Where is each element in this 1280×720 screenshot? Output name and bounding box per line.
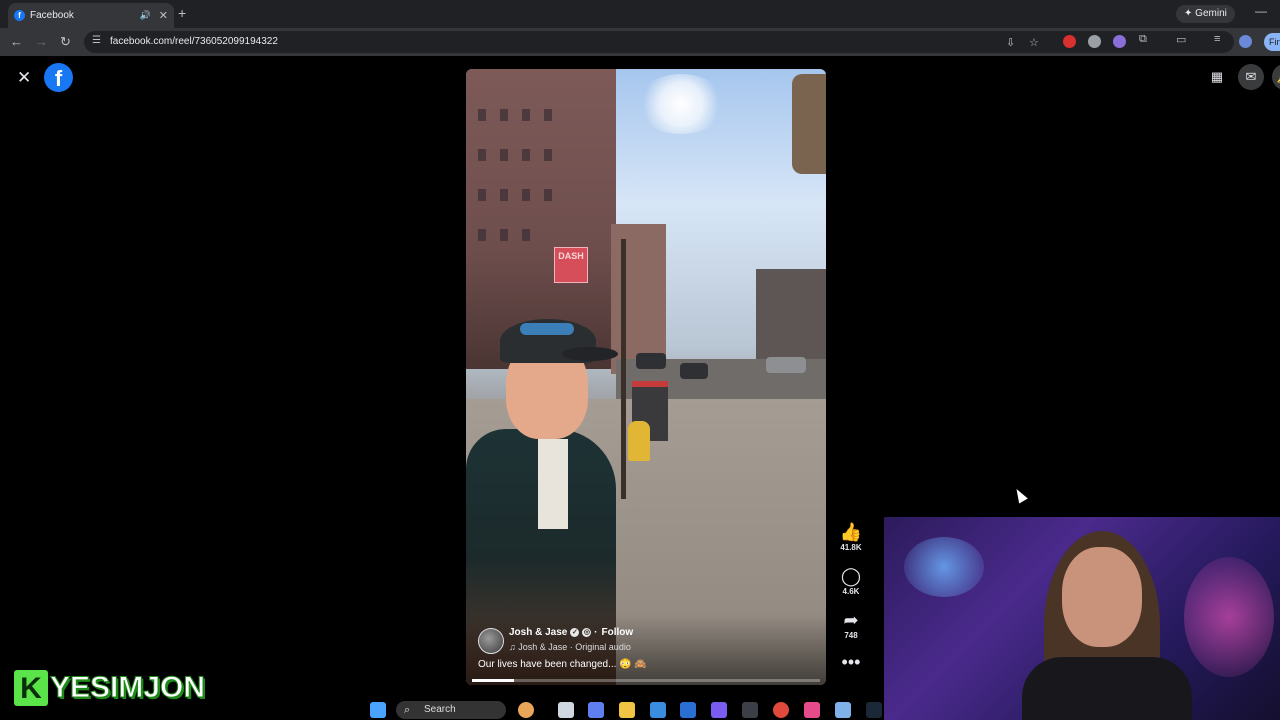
webcam-overlay [884, 517, 1280, 720]
widget-icon[interactable] [518, 702, 534, 718]
task-view-icon[interactable] [558, 702, 574, 718]
speaker-icon[interactable]: 🔊 [140, 10, 151, 21]
share-icon: ➦ [843, 610, 859, 630]
gemini-button[interactable]: ✦ Gemini [1176, 5, 1235, 23]
minimize-button[interactable]: — [1255, 4, 1267, 18]
chrome-icon[interactable] [773, 702, 789, 718]
comment-icon: ◯ [840, 566, 862, 586]
video-sun [636, 74, 726, 134]
tab-search-icon[interactable]: ▭ [1176, 33, 1186, 46]
site-info-icon[interactable]: ☰ [92, 35, 101, 46]
app-icon[interactable] [711, 702, 727, 718]
facebook-favicon-icon: f [14, 10, 25, 21]
extensions-puzzle-icon[interactable]: ⧉ [1139, 33, 1147, 46]
like-count: 41.8K [840, 543, 862, 552]
mouse-cursor-icon [1012, 486, 1028, 504]
share-button[interactable]: ➦ 748 [836, 610, 866, 640]
file-explorer-icon[interactable] [619, 702, 635, 718]
mail-icon[interactable] [680, 702, 696, 718]
share-count: 748 [844, 631, 858, 640]
back-arrow-icon[interactable]: ← [10, 34, 23, 49]
tab-strip: f Facebook 🔊 ✕ + ✦ Gemini — [0, 0, 1280, 28]
verified-icon: ✓ [570, 627, 580, 637]
video-progress-bar[interactable] [472, 679, 820, 682]
close-tab-icon[interactable]: ✕ [159, 9, 168, 22]
url-text[interactable]: facebook.com/reel/736052099194322 [110, 36, 278, 47]
browser-toolbar: ← → ↻ ☰ facebook.com/reel/73605209919432… [0, 28, 1280, 56]
windows-start-icon[interactable] [370, 702, 386, 718]
audio-line[interactable]: ♫ Josh & Jase · Original audio [509, 642, 631, 652]
video-car [636, 353, 666, 369]
author-line: Josh & Jase ✓ ◎ · Follow [509, 627, 634, 638]
video-car [766, 357, 806, 373]
streamer-brand: K YESIMJON [14, 668, 206, 708]
author-name[interactable]: Josh & Jase [509, 627, 567, 638]
audio-label: Josh & Jase · Original audio [518, 642, 631, 652]
thumbs-up-icon: 👍 [839, 522, 863, 542]
new-tab-button[interactable]: + [178, 5, 186, 21]
install-icon[interactable]: ⇩ [1006, 36, 1015, 49]
reload-icon[interactable]: ↻ [60, 34, 71, 50]
bookmark-star-icon[interactable]: ☆ [1029, 36, 1039, 49]
tab-facebook[interactable]: f Facebook 🔊 ✕ [8, 3, 174, 28]
close-icon[interactable]: ✕ [17, 68, 31, 88]
profile-avatar-icon[interactable] [1239, 35, 1252, 48]
video-progress-fill [472, 679, 514, 682]
search-icon: ⌕ [404, 704, 411, 716]
video-car [680, 363, 708, 379]
video-sign [792, 74, 826, 174]
copilot-icon[interactable] [588, 702, 604, 718]
app-icon-3[interactable] [804, 702, 820, 718]
tab-title: Facebook [30, 10, 74, 21]
apps-grid-icon[interactable]: ▦ [1204, 64, 1230, 90]
author-avatar[interactable] [478, 628, 504, 654]
dash-sign: DASH [554, 247, 588, 283]
more-icon: ••• [841, 652, 861, 672]
address-bar[interactable]: ☰ facebook.com/reel/736052099194322 ⇩ ☆ [84, 31, 1234, 53]
follow-button[interactable]: Follow [601, 627, 633, 638]
app-icon-2[interactable] [742, 702, 758, 718]
store-icon[interactable] [650, 702, 666, 718]
taskbar-search-label: Search [424, 704, 456, 715]
extension-gray-icon[interactable] [1088, 35, 1101, 48]
profile-button[interactable]: Fin [1264, 33, 1280, 51]
media-control-icon[interactable]: ≡ [1214, 33, 1220, 45]
gemini-label: Gemini [1195, 8, 1227, 19]
reel-video[interactable]: DASH Josh & Jase ✓ ◎ · Follow ♫ Josh & Jase… [466, 69, 826, 685]
brand-name: YESIMJON [49, 671, 206, 705]
forward-arrow-icon[interactable]: → [35, 34, 48, 49]
brand-k-logo: K [14, 670, 48, 706]
comment-button[interactable]: ◯ 4.6K [836, 566, 866, 596]
taskbar-search[interactable]: ⌕ Search [396, 701, 506, 719]
reel-caption[interactable]: Our lives have been changed... 😳 🙈 [478, 659, 647, 670]
globe-icon: ◎ [582, 627, 592, 637]
extension-red-icon[interactable] [1063, 35, 1076, 48]
messenger-icon[interactable]: ✉ [1238, 64, 1264, 90]
notifications-icon[interactable]: 🔔 [1272, 64, 1280, 90]
like-button[interactable]: 👍 41.8K [836, 522, 866, 552]
more-button[interactable]: ••• [836, 652, 866, 672]
taskbar: ⌕ Search [330, 699, 890, 720]
steam-icon[interactable] [866, 702, 882, 718]
video-hydrant [628, 421, 650, 461]
comment-count: 4.6K [842, 587, 860, 596]
notepad-icon[interactable] [835, 702, 851, 718]
facebook-logo[interactable]: f [44, 63, 73, 92]
reel-viewer: ✕ f ▦ ✉ 🔔 DASH [0, 56, 1280, 720]
extension-purple-icon[interactable] [1113, 35, 1126, 48]
